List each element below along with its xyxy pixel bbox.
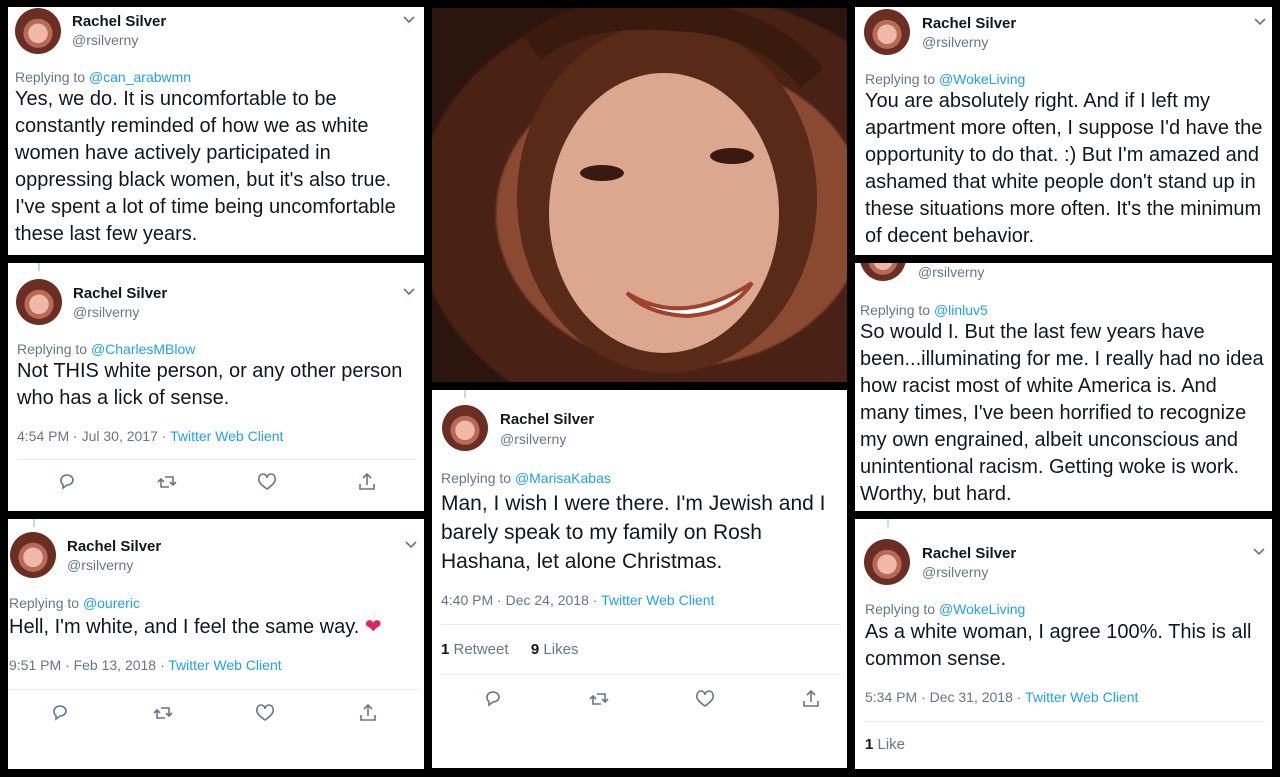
tweet-text: So would I. But the last few years have … [860, 321, 1264, 505]
user-handle[interactable]: @rsilverny [922, 34, 988, 50]
profile-photo [432, 8, 847, 382]
tweet-text: Yes, we do. It is uncomfortable to be co… [15, 88, 396, 245]
chevron-down-icon[interactable] [1253, 17, 1267, 27]
thread-line [33, 519, 35, 527]
tweet-text: As a white woman, I agree 100%. This is … [865, 621, 1252, 670]
avatar[interactable] [442, 405, 488, 451]
chevron-down-icon[interactable] [402, 287, 416, 297]
share-icon[interactable] [356, 471, 378, 493]
tweet-text-body: Hell, I'm white, and I feel the same way… [9, 616, 360, 638]
user-handle[interactable]: @rsilverny [500, 431, 566, 447]
tweet-panel-3: Rachel Silver @rsilverny Replying to @ou… [8, 519, 424, 769]
retweets-count[interactable]: 1 Retweet [441, 641, 509, 658]
tweet-actions [49, 702, 379, 724]
reply-icon[interactable] [482, 688, 504, 710]
tweet-panel-4: Rachel Silver @rsilverny Replying to @Ma… [432, 390, 847, 768]
tweet-stats: 1 Retweet 9 Likes [441, 641, 578, 658]
likes-count[interactable]: 9 Likes [531, 641, 579, 658]
tweet-stats: 1 Like [865, 736, 905, 753]
tweet-actions [482, 688, 822, 710]
user-name[interactable]: Rachel Silver [922, 545, 1016, 562]
reply-mention-link[interactable]: @WokeLiving [939, 71, 1025, 87]
user-handle[interactable]: @rsilverny [72, 32, 138, 48]
tweet-text: Not THIS white person, or any other pers… [17, 360, 403, 409]
tweet-panel-1: Rachel Silver @rsilverny Replying to @ca… [8, 7, 424, 255]
avatar[interactable] [864, 9, 910, 55]
tweet-timestamp: 9:51 PM · Feb 13, 2018 · Twitter Web Cli… [9, 657, 282, 673]
reply-mention-link[interactable]: @linluv5 [934, 302, 988, 318]
replying-to: Replying to @WokeLiving [865, 601, 1026, 617]
user-handle[interactable]: @rsilverny [922, 564, 988, 580]
user-name[interactable]: Rachel Silver [922, 15, 1016, 32]
divider [441, 624, 841, 625]
tweet-panel-2: Rachel Silver @rsilverny Replying to @Ch… [8, 263, 424, 511]
divider [9, 689, 419, 690]
tweet-text: Hell, I'm white, and I feel the same way… [9, 614, 419, 641]
tweet-timestamp: 5:34 PM · Dec 31, 2018 · Twitter Web Cli… [865, 689, 1139, 705]
like-icon[interactable] [256, 471, 278, 493]
reply-icon[interactable] [56, 471, 78, 493]
user-handle[interactable]: @rsilverny [67, 557, 133, 573]
tweet-source-link[interactable]: Twitter Web Client [170, 428, 283, 444]
like-icon[interactable] [254, 702, 276, 724]
user-name[interactable]: Rachel Silver [73, 285, 167, 302]
tweet-actions [56, 471, 378, 493]
chevron-down-icon[interactable] [1252, 547, 1266, 557]
share-icon[interactable] [800, 688, 822, 710]
replying-to: Replying to @oureric [9, 595, 140, 611]
user-name[interactable]: Rachel Silver [500, 411, 594, 428]
user-name[interactable]: Rachel Silver [72, 13, 166, 30]
tweet-source-link[interactable]: Twitter Web Client [601, 592, 714, 608]
tweet-text: You are absolutely right. And if I left … [865, 90, 1263, 247]
user-name[interactable]: Rachel Silver [67, 538, 161, 555]
tweet-panel-5: Rachel Silver @rsilverny Replying to @Wo… [855, 7, 1272, 255]
avatar[interactable] [16, 279, 62, 325]
user-handle[interactable]: @rsilverny [918, 264, 984, 280]
reply-icon[interactable] [49, 702, 71, 724]
tweet-source-link[interactable]: Twitter Web Client [1025, 689, 1138, 705]
reply-mention-link[interactable]: @MarisaKabas [515, 470, 611, 486]
reply-mention-link[interactable]: @CharlesMBlow [91, 341, 195, 357]
avatar[interactable] [860, 263, 906, 281]
chevron-down-icon[interactable] [402, 15, 416, 25]
replying-to: Replying to @linluv5 [860, 302, 988, 318]
tweet-timestamp: 4:40 PM · Dec 24, 2018 · Twitter Web Cli… [441, 592, 715, 608]
tweet-panel-6: @rsilverny Replying to @linluv5 So would… [855, 263, 1272, 511]
tweet-text: Man, I wish I were there. I'm Jewish and… [441, 492, 826, 573]
replying-to: Replying to @CharlesMBlow [17, 341, 196, 357]
reply-mention-link[interactable]: @oureric [83, 595, 140, 611]
thread-line [887, 519, 889, 527]
user-handle[interactable]: @rsilverny [73, 304, 139, 320]
share-icon[interactable] [357, 702, 379, 724]
tweet-source-link[interactable]: Twitter Web Client [168, 657, 281, 673]
divider [441, 674, 841, 675]
retweet-icon[interactable] [156, 471, 178, 493]
thread-line [38, 263, 40, 271]
reply-mention-link[interactable]: @WokeLiving [939, 601, 1025, 617]
tweet-timestamp: 4:54 PM · Jul 30, 2017 · Twitter Web Cli… [17, 428, 284, 444]
avatar[interactable] [864, 539, 910, 585]
retweet-icon[interactable] [588, 688, 610, 710]
smiling-woman-photo [517, 8, 824, 373]
tweet-panel-7: Rachel Silver @rsilverny Replying to @Wo… [855, 519, 1272, 769]
heart-emoji: ❤ [364, 616, 382, 638]
thread-line [464, 390, 466, 398]
reply-mention-link[interactable]: @can_arabwmn [89, 69, 191, 85]
avatar[interactable] [10, 532, 56, 578]
chevron-down-icon[interactable] [404, 540, 418, 550]
retweet-icon[interactable] [152, 702, 174, 724]
divider [865, 721, 1265, 722]
replying-to: Replying to @MarisaKabas [441, 470, 611, 486]
like-icon[interactable] [694, 688, 716, 710]
avatar[interactable] [15, 8, 61, 54]
divider [17, 459, 417, 460]
likes-count[interactable]: 1 Like [865, 736, 905, 753]
replying-to: Replying to @WokeLiving [865, 71, 1026, 87]
replying-to: Replying to @can_arabwmn [15, 69, 192, 85]
